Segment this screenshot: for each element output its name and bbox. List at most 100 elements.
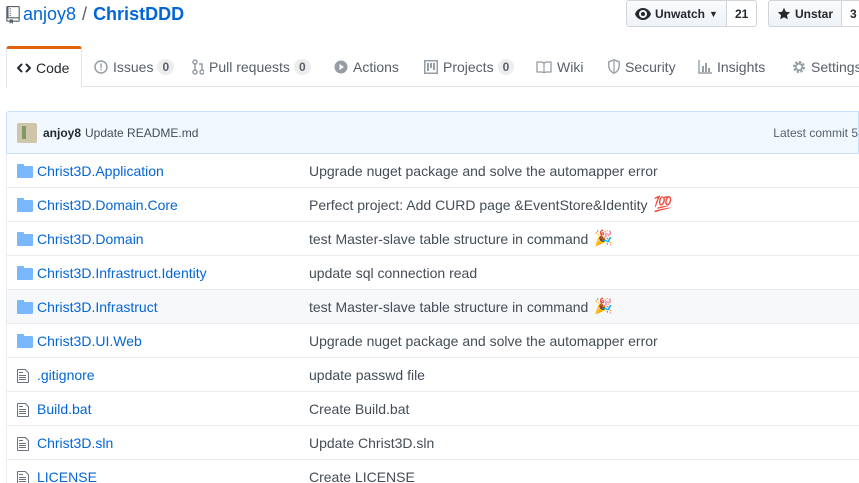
- folder-icon: [17, 198, 33, 212]
- table-row: Christ3D.Domain.Core Perfect project: Add…: [7, 188, 859, 222]
- repo-owner-link[interactable]: anjoy8: [23, 4, 76, 25]
- play-icon: [334, 60, 348, 73]
- file-name-link[interactable]: Christ3D.Infrastruct: [37, 299, 158, 315]
- issues-count-badge: 0: [157, 58, 175, 75]
- commit-message-link[interactable]: Create Build.bat: [309, 401, 409, 417]
- file-icon: [17, 402, 33, 417]
- file-icon: [17, 436, 33, 451]
- emoji-icon: 💯: [653, 196, 673, 213]
- commit-message-link[interactable]: Perfect project: Add CURD page &EventSto…: [309, 197, 672, 213]
- emoji-icon: 🎉: [594, 298, 614, 315]
- watch-group: Unwatch ▼ 21: [626, 0, 758, 27]
- tab-code-label: Code: [36, 60, 70, 76]
- table-row: Build.bat Create Build.bat: [7, 392, 859, 426]
- file-name-link[interactable]: Christ3D.sln: [37, 435, 113, 451]
- commit-message-text: test Master-slave table structure in com…: [309, 298, 589, 315]
- tab-settings[interactable]: Settings: [782, 46, 859, 87]
- tab-pull-requests[interactable]: Pull requests 0: [182, 46, 321, 87]
- unwatch-label: Unwatch: [655, 6, 706, 21]
- latest-commit[interactable]: Latest commit 5: [773, 126, 858, 140]
- file-name-link[interactable]: Christ3D.Domain: [37, 231, 144, 247]
- tab-issues[interactable]: Issues 0: [84, 46, 184, 87]
- file-name-link[interactable]: Christ3D.Application: [37, 163, 164, 179]
- folder-icon: [17, 164, 33, 178]
- star-icon: [777, 7, 791, 19]
- star-count[interactable]: 3: [842, 0, 859, 27]
- table-row: Christ3D.sln Update Christ3D.sln: [7, 426, 859, 460]
- repo-tabs: Code Issues 0 Pull requests 0 Actions Pr…: [6, 46, 859, 88]
- commit-message-link[interactable]: Create LICENSE: [309, 469, 415, 483]
- file-name-link[interactable]: Christ3D.Infrastruct.Identity: [37, 265, 207, 281]
- folder-icon: [17, 232, 33, 246]
- commit-message-text: Upgrade nuget package and solve the auto…: [309, 162, 658, 179]
- repo-name-link[interactable]: ChristDDD: [93, 4, 184, 25]
- watch-count[interactable]: 21: [726, 0, 758, 27]
- emoji-icon: 🎉: [594, 230, 614, 247]
- commit-message-text: Create LICENSE: [309, 468, 415, 483]
- table-row: Christ3D.Infrastruct.Identity update sql …: [7, 256, 859, 290]
- commit-message-text: Perfect project: Add CURD page &EventSto…: [309, 196, 648, 213]
- graph-icon: [698, 59, 712, 74]
- folder-icon: [17, 334, 33, 348]
- commit-message-text: update passwd file: [309, 366, 425, 383]
- commit-message-link[interactable]: Upgrade nuget package and solve the auto…: [309, 333, 658, 349]
- file-name-link[interactable]: LICENSE: [37, 469, 97, 483]
- commit-message-link[interactable]: test Master-slave table structure in com…: [309, 299, 613, 315]
- pull-requests-count-badge: 0: [293, 58, 311, 75]
- tab-wiki[interactable]: Wiki: [526, 46, 593, 87]
- table-row: Christ3D.UI.Web Upgrade nuget package and…: [7, 324, 859, 358]
- table-row: Christ3D.Domain test Master-slave table s…: [7, 222, 859, 256]
- table-row: Christ3D.Infrastruct test Master-slave ta…: [7, 290, 859, 324]
- pull-request-icon: [192, 58, 204, 75]
- commit-message-link[interactable]: Update Christ3D.sln: [309, 435, 434, 451]
- tab-security[interactable]: Security: [598, 46, 686, 87]
- eye-icon: [635, 7, 651, 20]
- table-row: Christ3D.Application Upgrade nuget packag…: [7, 154, 859, 188]
- repo-title: anjoy8 / ChristDDD: [6, 4, 184, 25]
- commit-message-text: Upgrade nuget package and solve the auto…: [309, 332, 658, 349]
- star-group: Unstar 3: [768, 0, 859, 27]
- file-name-link[interactable]: Build.bat: [37, 401, 91, 417]
- commit-message-text: Create Build.bat: [309, 400, 410, 417]
- unstar-button[interactable]: Unstar: [768, 0, 843, 27]
- commit-message[interactable]: Update README.md: [85, 126, 198, 140]
- folder-icon: [17, 266, 33, 280]
- tab-issues-label: Issues: [113, 58, 154, 75]
- tab-pull-requests-label: Pull requests: [209, 58, 290, 75]
- file-list: Christ3D.Application Upgrade nuget packag…: [6, 154, 859, 483]
- tab-settings-label: Settings: [811, 58, 859, 75]
- projects-count-badge: 0: [497, 58, 515, 75]
- tab-projects-label: Projects: [443, 58, 494, 75]
- gear-icon: [793, 60, 805, 73]
- unwatch-button[interactable]: Unwatch ▼: [626, 0, 727, 27]
- file-icon: [17, 368, 33, 383]
- project-icon: [424, 59, 438, 74]
- file-name-link[interactable]: Christ3D.Domain.Core: [37, 197, 178, 213]
- commit-message-text: test Master-slave table structure in com…: [309, 230, 589, 247]
- commit-message-text: Update Christ3D.sln: [309, 434, 435, 451]
- commit-bar: anjoy8 Update README.md Latest commit 5: [6, 111, 859, 154]
- repo-icon: [6, 5, 20, 24]
- repo-header: anjoy8 / ChristDDD Unwatch ▼ 21 Unstar 3: [0, 0, 859, 46]
- commit-author[interactable]: anjoy8: [43, 126, 81, 140]
- commit-message-text: update sql connection read: [309, 264, 478, 281]
- table-row: .gitignore update passwd file: [7, 358, 859, 392]
- commit-message-link[interactable]: Upgrade nuget package and solve the auto…: [309, 163, 658, 179]
- unstar-label: Unstar: [795, 6, 834, 21]
- file-name-link[interactable]: .gitignore: [37, 367, 95, 383]
- tab-security-label: Security: [625, 58, 676, 75]
- tab-insights-label: Insights: [717, 58, 766, 75]
- tab-actions-label: Actions: [353, 58, 399, 75]
- tab-projects[interactable]: Projects 0: [414, 46, 524, 87]
- issue-icon: [94, 59, 108, 74]
- file-name-link[interactable]: Christ3D.UI.Web: [37, 333, 142, 349]
- tab-wiki-label: Wiki: [557, 58, 584, 75]
- code-icon: [17, 63, 31, 73]
- tab-actions[interactable]: Actions: [324, 46, 409, 87]
- avatar[interactable]: [17, 122, 37, 143]
- commit-message-link[interactable]: update sql connection read: [309, 265, 477, 281]
- tab-code[interactable]: Code: [6, 46, 82, 88]
- commit-message-link[interactable]: update passwd file: [309, 367, 425, 383]
- commit-message-link[interactable]: test Master-slave table structure in com…: [309, 231, 613, 247]
- tab-insights[interactable]: Insights: [688, 46, 775, 87]
